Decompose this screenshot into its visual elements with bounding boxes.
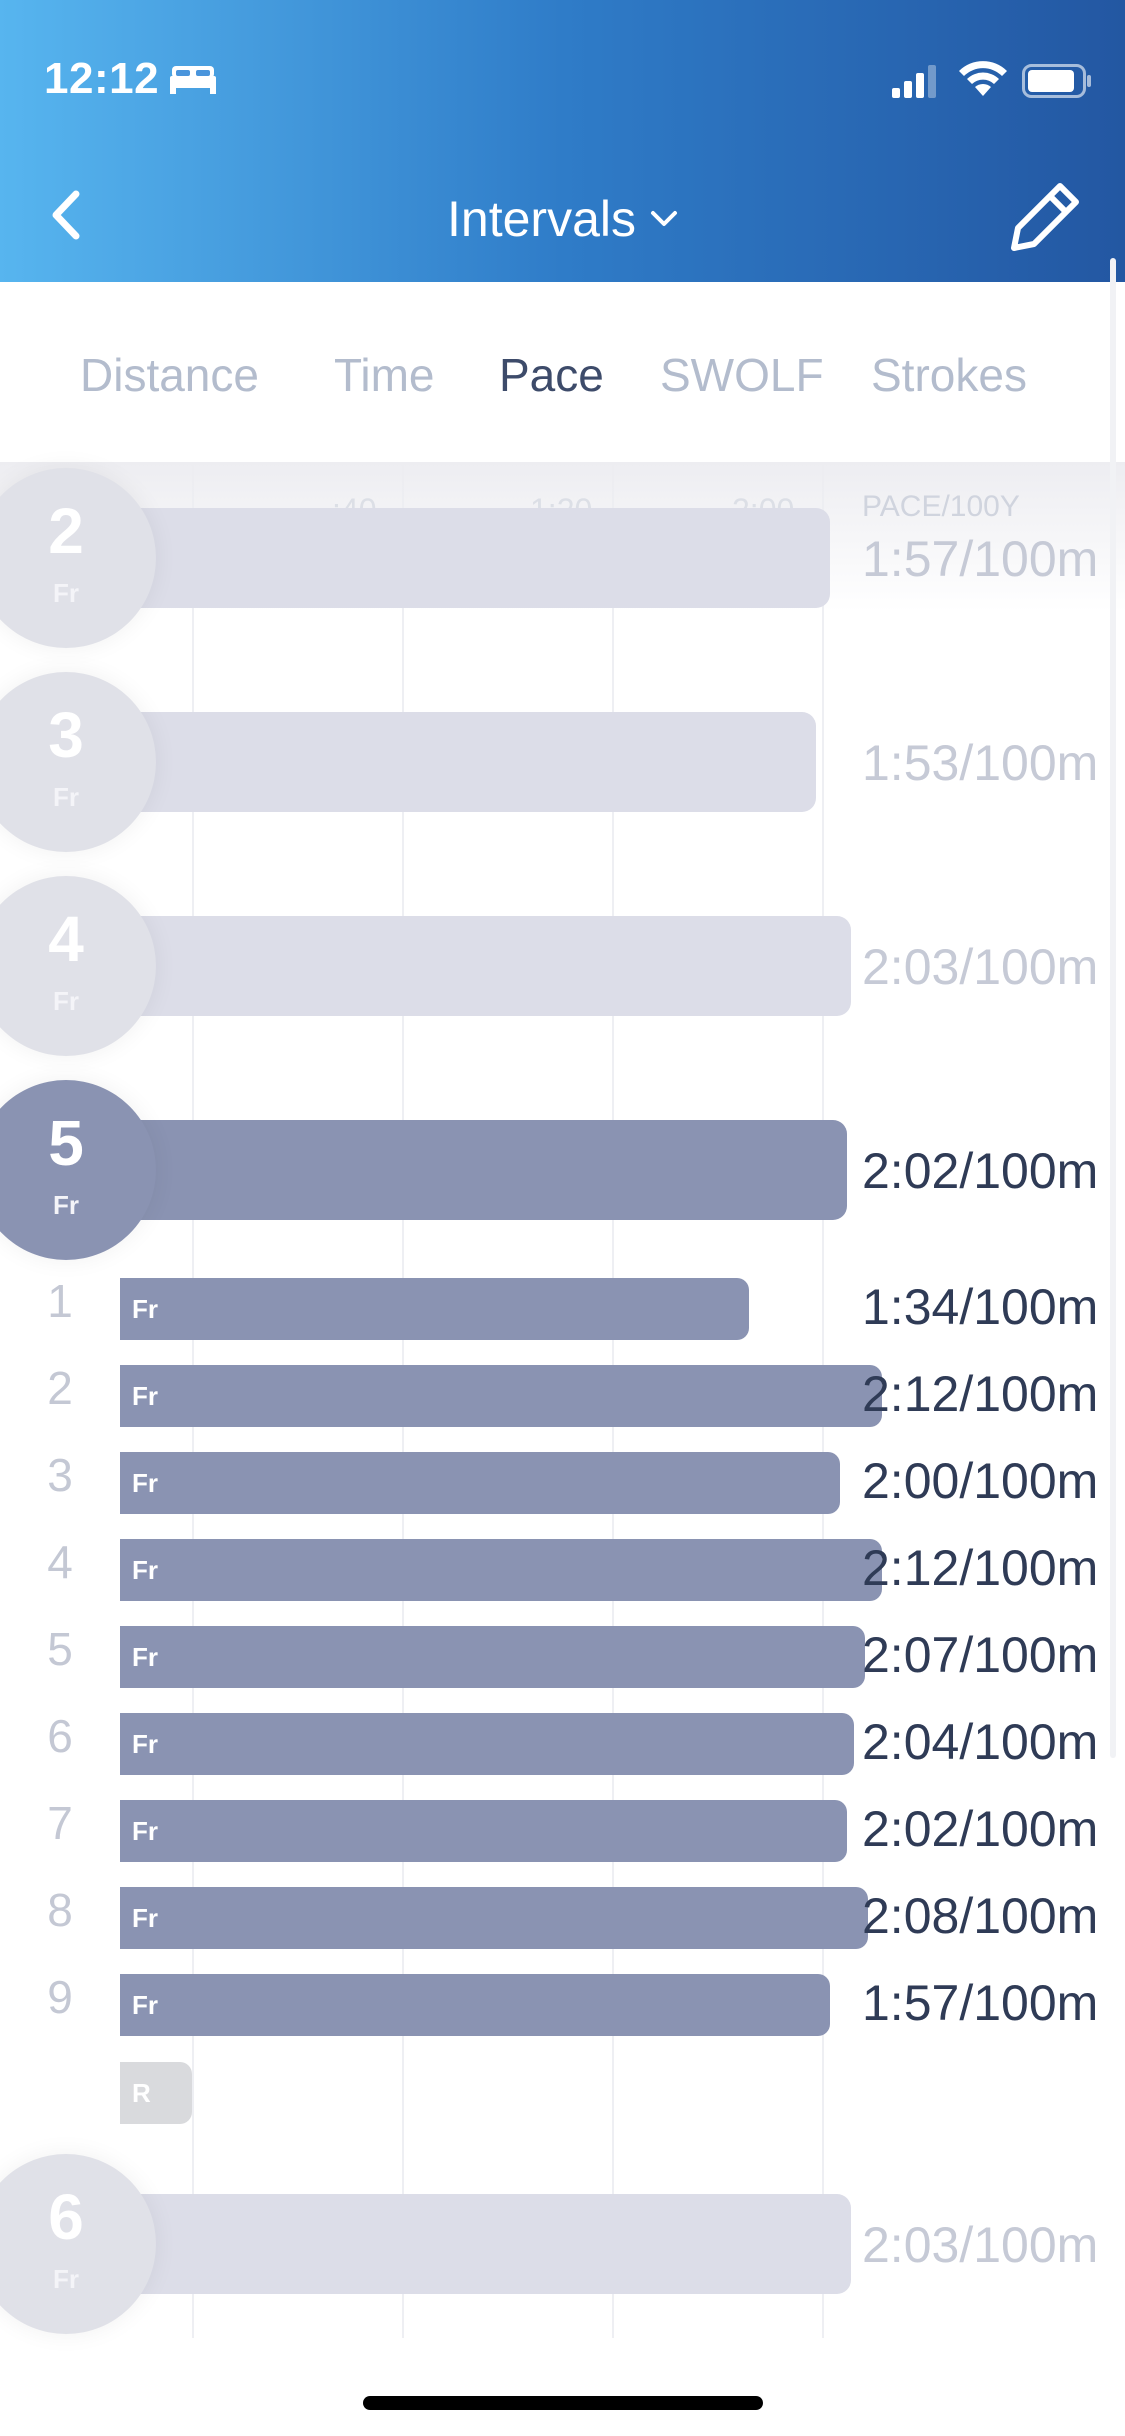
lap-bar[interactable]: Fr [120,1974,830,2036]
lap-stroke: Fr [132,1294,158,1324]
rest-bar[interactable]: R [120,2062,192,2124]
lap-index: 4 [47,1536,73,1588]
lap-index: 7 [47,1797,73,1849]
tab-time[interactable]: Time [334,348,435,402]
lap-index: 9 [47,1971,73,2023]
lap-bar[interactable]: Fr [120,1713,854,1775]
interval-number: 5 [48,1107,84,1179]
lap-stroke: Fr [132,1555,158,1585]
interval-pace: 1:57/100m [862,531,1099,587]
edit-pencil-icon[interactable] [1004,178,1084,258]
tab-swolf[interactable]: SWOLF [660,348,824,402]
interval-pace: 1:53/100m [862,735,1099,791]
lap-index: 3 [47,1449,73,1501]
lap-bar[interactable]: Fr [120,1278,749,1340]
app-header: 12:12 Intervals [0,0,1125,282]
interval-number: 4 [48,903,84,975]
wifi-icon [959,61,1007,96]
interval-stroke: Fr [53,578,79,608]
interval-pace: 2:03/100m [862,2217,1099,2273]
interval-stroke: Fr [53,782,79,812]
status-time: 12:12 [44,54,160,103]
lap-pace: 2:12/100m [862,1366,1099,1422]
metric-tabs: Distance Time Pace SWOLF Strokes [0,282,1125,462]
interval-badge[interactable]: 6 Fr [0,2154,156,2334]
lap-stroke: Fr [132,1381,158,1411]
page-title: Intervals [447,190,636,247]
battery-icon [1022,64,1091,98]
lap-stroke: Fr [132,1816,158,1846]
lap-index: 1 [47,1275,73,1327]
intervals-dropdown[interactable]: Intervals [0,186,1125,248]
lap-index: 5 [47,1623,73,1675]
interval-badge[interactable]: 2 Fr [0,468,156,648]
lap-stroke: Fr [132,1990,158,2020]
lap-stroke: Fr [132,1642,158,1672]
pace-chart: :40 1:20 2:00 PACE/100Y 2 Fr 1:57/100m 3… [0,462,1125,2338]
lap-bar[interactable]: Fr [120,1539,882,1601]
interval-stroke: Fr [53,1190,79,1220]
interval-number: 3 [48,699,84,771]
lap-bar[interactable]: Fr [120,1800,847,1862]
lap-index: 8 [47,1884,73,1936]
pace-column-header: PACE/100Y [862,490,1020,523]
lap-bar[interactable]: Fr [120,1452,840,1514]
interval-badge[interactable]: 3 Fr [0,672,156,852]
interval-badge[interactable]: 4 Fr [0,876,156,1056]
bed-icon [170,66,216,94]
lap-index: 6 [47,1710,73,1762]
lap-stroke: Fr [132,1729,158,1759]
interval-badge[interactable]: 5 Fr [0,1080,156,1260]
interval-pace: 2:03/100m [862,939,1099,995]
tab-strokes[interactable]: Strokes [871,348,1027,402]
lap-bar[interactable]: Fr [120,1626,865,1688]
scroll-indicator[interactable] [1110,258,1116,1758]
interval-number: 2 [48,495,84,567]
interval-number: 6 [48,2181,84,2253]
cellular-signal-icon [892,65,936,98]
lap-bar[interactable]: Fr [120,1365,882,1427]
lap-pace: 2:07/100m [862,1627,1099,1683]
lap-pace: 1:57/100m [862,1975,1099,2031]
lap-stroke: Fr [132,1903,158,1933]
lap-pace: 2:12/100m [862,1540,1099,1596]
interval-pace: 2:02/100m [862,1143,1099,1199]
interval-stroke: Fr [53,2264,79,2294]
lap-index: 2 [47,1362,73,1414]
interval-stroke: Fr [53,986,79,1016]
home-indicator[interactable] [363,2396,763,2410]
lap-pace: 1:34/100m [862,1279,1099,1335]
lap-pace: 2:08/100m [862,1888,1099,1944]
chevron-down-icon [650,210,677,226]
rest-label: R [132,2078,151,2108]
lap-stroke: Fr [132,1468,158,1498]
tab-pace[interactable]: Pace [499,348,604,402]
lap-pace: 2:00/100m [862,1453,1099,1509]
lap-pace: 2:04/100m [862,1714,1099,1770]
lap-bar[interactable]: Fr [120,1887,868,1949]
tab-distance[interactable]: Distance [80,348,259,402]
lap-pace: 2:02/100m [862,1801,1099,1857]
